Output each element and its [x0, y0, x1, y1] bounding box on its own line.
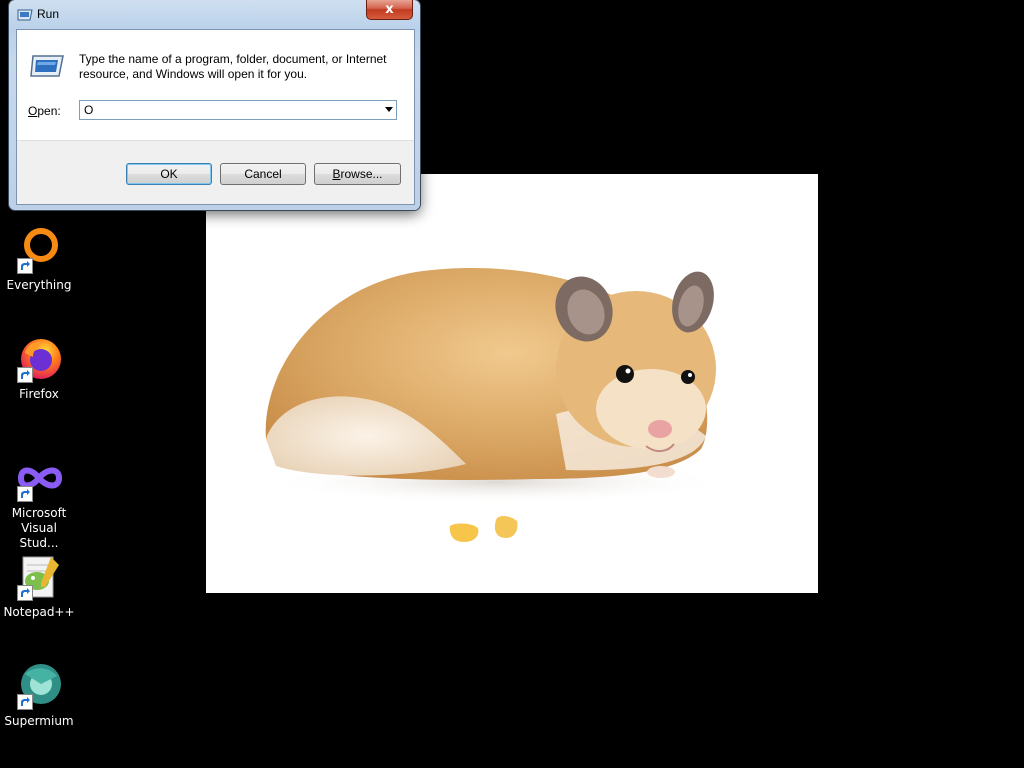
open-combobox[interactable]	[79, 100, 397, 120]
run-program-icon	[29, 52, 65, 80]
run-description: Type the name of a program, folder, docu…	[79, 52, 387, 81]
visual-studio-icon	[15, 454, 63, 502]
desktop-icon-label: Everything	[6, 278, 72, 292]
desktop-icon-supermium[interactable]: Supermium	[0, 662, 78, 729]
close-button[interactable]: x	[366, 0, 413, 20]
everything-icon	[15, 226, 63, 274]
run-title-icon	[17, 6, 33, 21]
desktop-icon-firefox[interactable]: Firefox	[0, 335, 78, 402]
ok-button-label: OK	[160, 167, 178, 181]
browse-button-label: rowse...	[340, 167, 383, 181]
shortcut-arrow-icon	[17, 486, 33, 502]
hamster-image	[265, 268, 726, 542]
shortcut-arrow-icon	[17, 585, 33, 601]
desktop-icon-label: Firefox	[19, 387, 59, 401]
shortcut-arrow-icon	[17, 367, 33, 383]
desktop-icon-label: Microsoft Visual Stud...	[11, 506, 67, 550]
browse-accelerator: B	[332, 167, 341, 181]
notepad-plus-plus-icon	[15, 553, 63, 601]
supermium-icon	[15, 662, 63, 710]
run-dialog[interactable]: Run x Type the name of a program, folder…	[9, 0, 420, 210]
open-label-text: pen:	[37, 104, 61, 118]
open-label: Open:	[28, 104, 61, 118]
ok-button[interactable]: OK	[126, 163, 212, 185]
desktop-icon-notepad-plus-plus[interactable]: Notepad++	[0, 553, 78, 620]
hamster-photo	[206, 174, 818, 593]
cancel-button[interactable]: Cancel	[220, 163, 306, 185]
shortcut-arrow-icon	[17, 694, 33, 710]
dropdown-arrow-icon[interactable]	[385, 107, 393, 112]
desktop-icon-label: Notepad++	[3, 605, 75, 619]
run-dialog-title: Run	[37, 7, 60, 21]
shortcut-arrow-icon	[17, 258, 33, 274]
desktop-icon-label: Supermium	[4, 714, 74, 728]
close-icon: x	[385, 2, 394, 17]
cancel-button-label: Cancel	[244, 167, 282, 181]
desktop-icon-visual-studio[interactable]: Microsoft Visual Stud...	[0, 454, 78, 551]
open-label-accelerator: O	[28, 104, 38, 118]
firefox-icon	[15, 335, 63, 383]
browse-button[interactable]: Browse...	[314, 163, 401, 185]
desktop-icon-everything[interactable]: Everything	[0, 226, 78, 293]
run-dialog-body: Type the name of a program, folder, docu…	[16, 29, 415, 205]
open-input[interactable]	[84, 103, 374, 117]
